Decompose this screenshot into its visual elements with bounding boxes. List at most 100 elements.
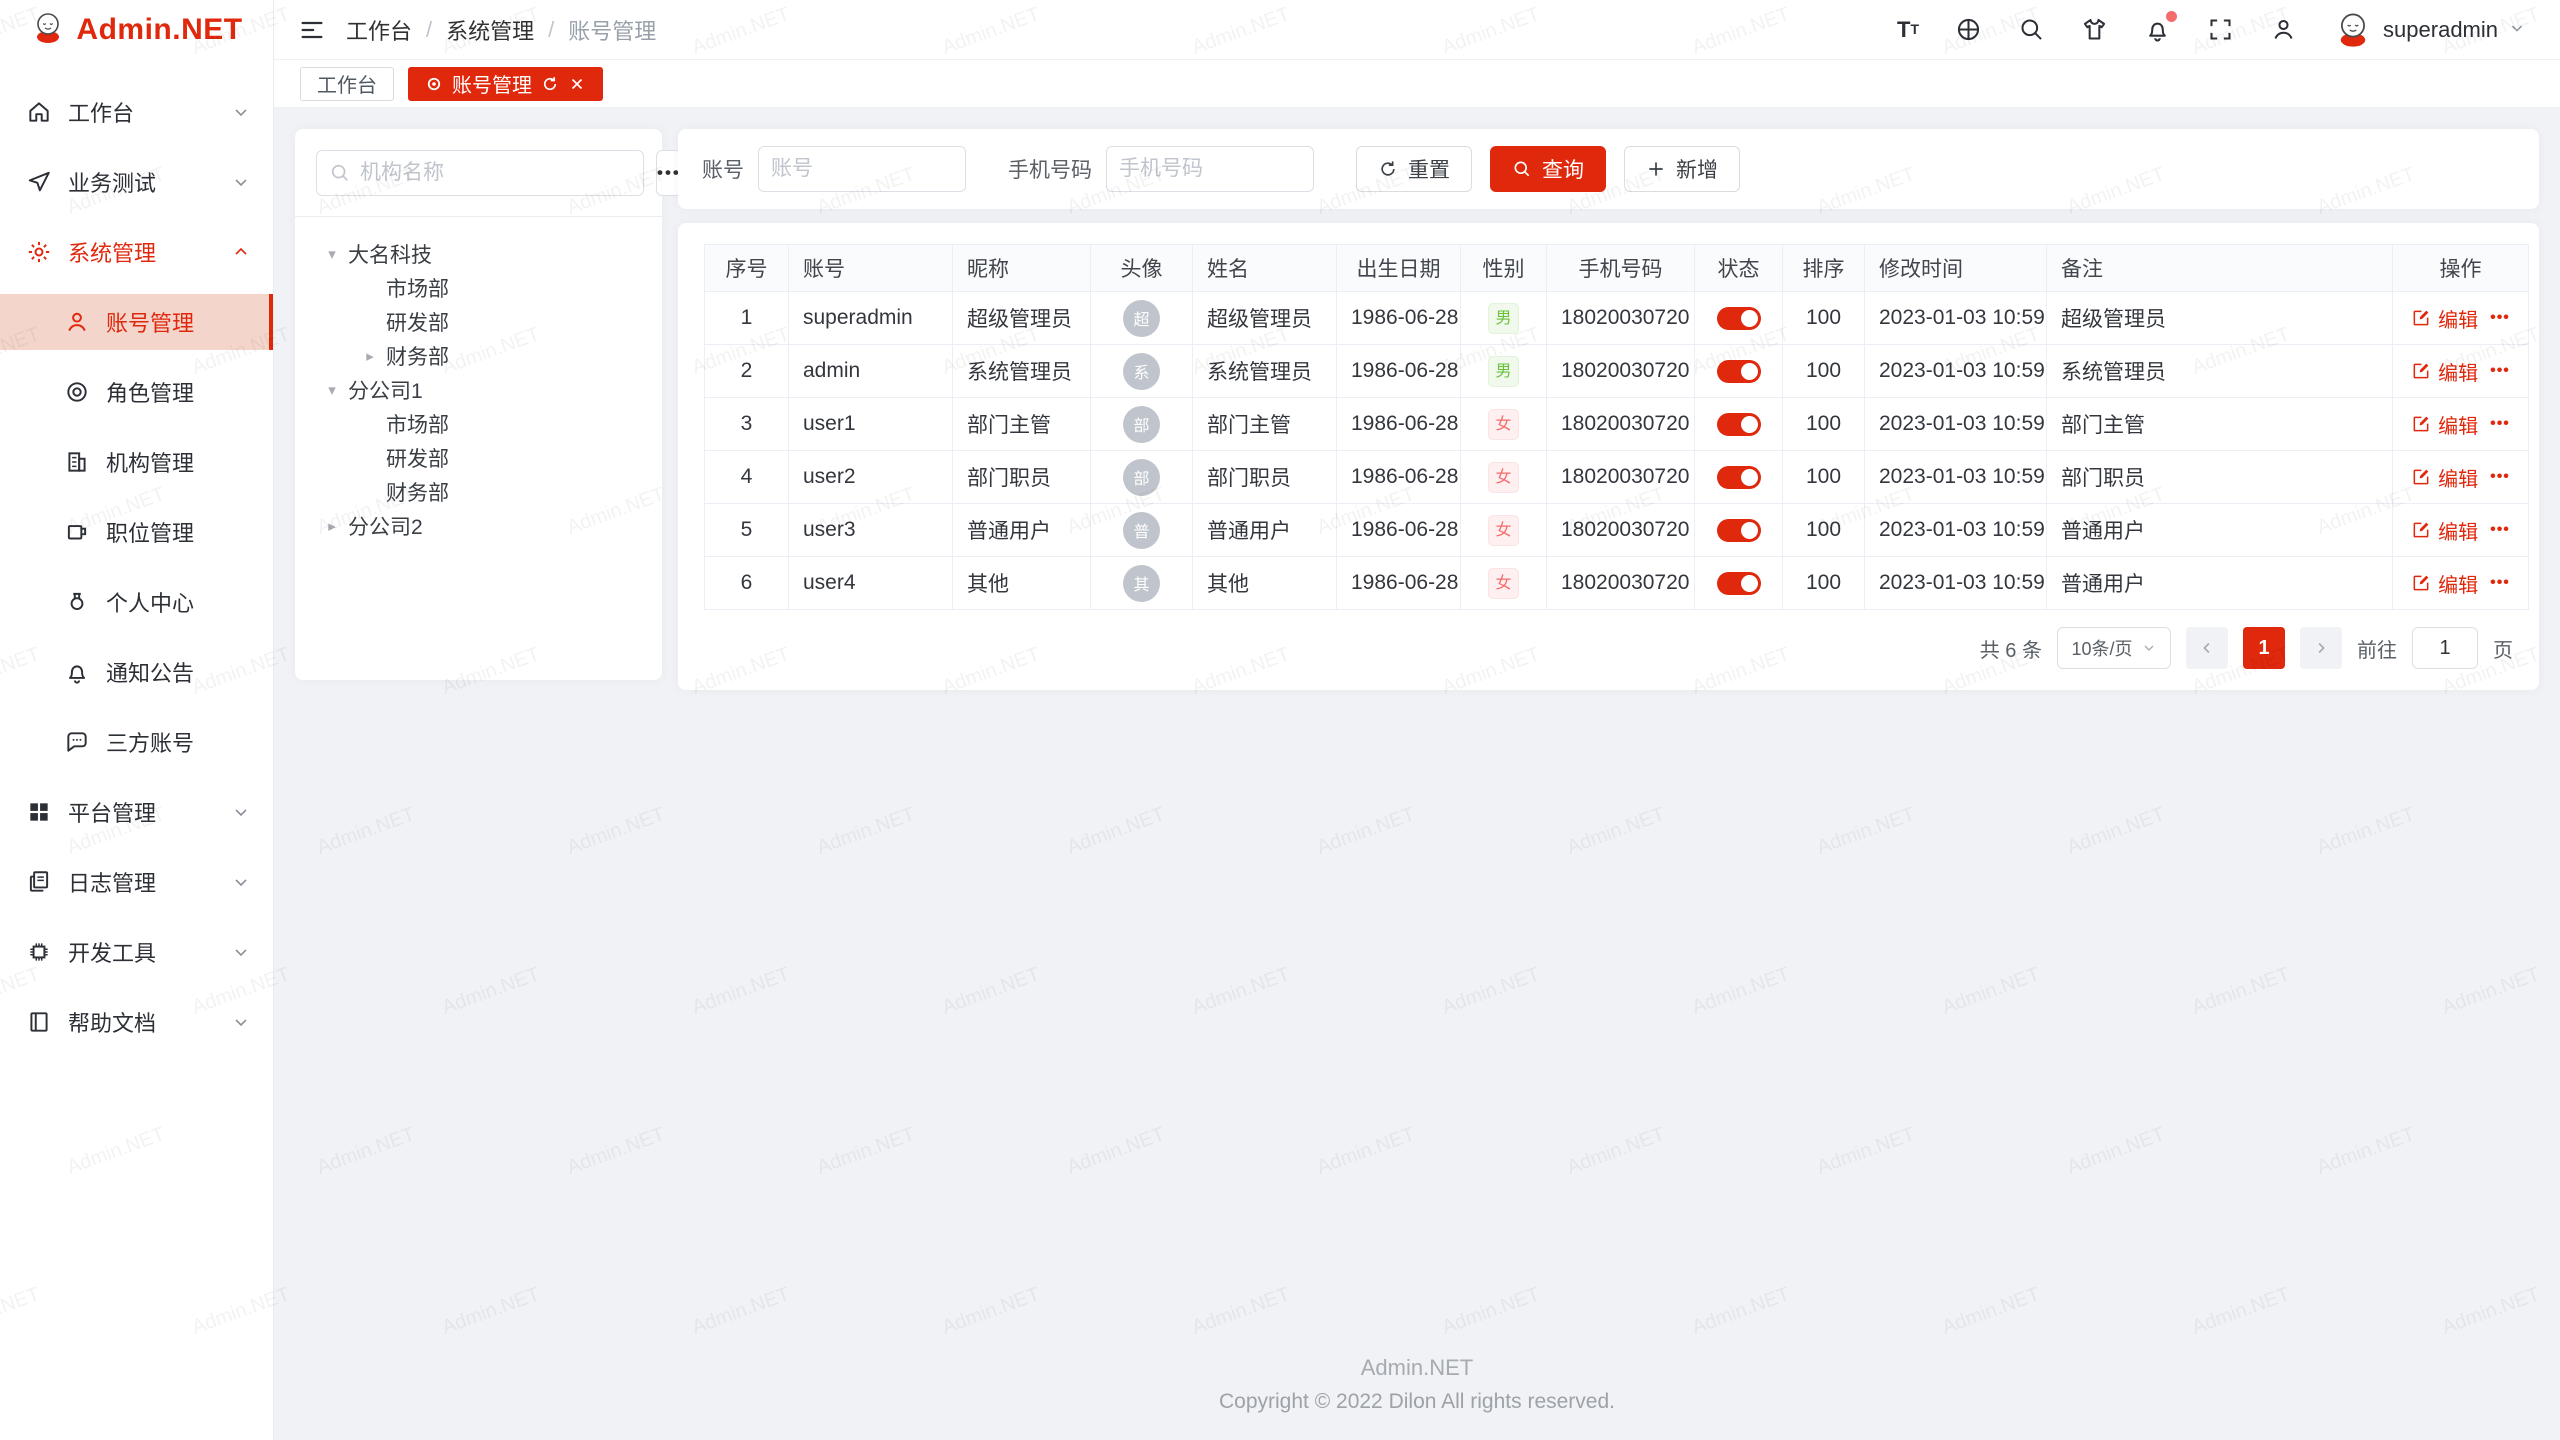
tab-bar: 工作台账号管理 (274, 60, 2560, 108)
column-header-remark: 备注 (2047, 245, 2393, 292)
row-more-button[interactable]: ••• (2490, 362, 2510, 380)
org-search-input[interactable] (360, 161, 631, 185)
sidebar-item-position-management[interactable]: 职位管理 (0, 504, 273, 560)
tree-caret-icon[interactable]: ▸ (354, 347, 386, 365)
sidebar-item-platform-management[interactable]: 平台管理 (0, 784, 273, 840)
sidebar-item-system-management[interactable]: 系统管理 (0, 224, 273, 280)
filter-bar: 账号 手机号码 重置 查询 (678, 129, 2539, 209)
tree-node[interactable]: 研发部 (316, 305, 641, 339)
sidebar-item-workbench[interactable]: 工作台 (0, 84, 273, 140)
next-page-button[interactable] (2300, 627, 2342, 669)
sidebar-item-account-management[interactable]: 账号管理 (0, 294, 273, 350)
sidebar-item-help-docs[interactable]: 帮助文档 (0, 994, 273, 1050)
prev-page-button[interactable] (2186, 627, 2228, 669)
search-button[interactable]: 查询 (1490, 146, 1606, 192)
profile-icon[interactable] (2270, 16, 2297, 43)
user-menu[interactable]: superadmin (2333, 10, 2526, 50)
sidebar-item-third-party-account[interactable]: 三方账号 (0, 714, 273, 770)
collapse-menu-icon[interactable] (298, 16, 326, 44)
add-button[interactable]: 新增 (1624, 146, 1740, 192)
tab-account-management[interactable]: 账号管理 (408, 67, 603, 101)
tree-node[interactable]: ▸财务部 (316, 339, 641, 373)
theme-icon[interactable] (2081, 16, 2108, 43)
refresh-tab-icon[interactable] (541, 75, 559, 93)
sidebar-item-role-management[interactable]: 角色管理 (0, 364, 273, 420)
breadcrumb-separator: / (548, 17, 554, 43)
edit-button[interactable]: 编辑 (2411, 357, 2478, 386)
account-label: 账号 (702, 154, 744, 184)
status-toggle[interactable] (1717, 307, 1761, 330)
footer-copyright: Copyright © 2022 Dilon All rights reserv… (274, 1390, 2560, 1414)
tree-node[interactable]: ▸分公司2 (316, 509, 641, 543)
row-more-button[interactable]: ••• (2490, 309, 2510, 327)
tree-caret-icon[interactable]: ▾ (316, 381, 348, 399)
goto-page-input[interactable] (2412, 627, 2478, 669)
avatar: 普 (1123, 512, 1160, 549)
refresh-icon (1378, 159, 1398, 179)
tree-node[interactable]: ▾大名科技 (316, 237, 641, 271)
chevron-right-icon (2312, 639, 2330, 657)
gender-badge: 男 (1488, 303, 1519, 334)
fullscreen-icon[interactable] (2207, 16, 2234, 43)
breadcrumb-item[interactable]: 账号管理 (568, 14, 656, 46)
notification-icon[interactable] (2144, 16, 2171, 43)
account-input[interactable] (771, 157, 953, 181)
tree-caret-icon[interactable]: ▾ (316, 245, 348, 263)
edit-button[interactable]: 编辑 (2411, 463, 2478, 492)
tree-node[interactable]: 财务部 (316, 475, 641, 509)
edit-icon (2411, 414, 2431, 434)
phone-input[interactable] (1119, 157, 1301, 181)
chevron-down-icon (231, 172, 251, 192)
tree-caret-icon[interactable]: ▸ (316, 517, 348, 535)
status-toggle[interactable] (1717, 466, 1761, 489)
row-more-button[interactable]: ••• (2490, 521, 2510, 539)
column-header-phone: 手机号码 (1547, 245, 1695, 292)
tree-node[interactable]: 市场部 (316, 407, 641, 441)
main-column: 工作台/系统管理/账号管理 TTsuperadmin 工作台账号管理 ••• ▾… (274, 0, 2560, 1440)
row-more-button[interactable]: ••• (2490, 574, 2510, 592)
gender-badge: 女 (1488, 409, 1519, 440)
sidebar-item-log-management[interactable]: 日志管理 (0, 854, 273, 910)
edit-icon (2411, 361, 2431, 381)
tree-node[interactable]: 市场部 (316, 271, 641, 305)
footer: Admin.NET Copyright © 2022 Dilon All rig… (274, 1343, 2560, 1440)
sidebar-item-profile-center[interactable]: 个人中心 (0, 574, 273, 630)
row-more-button[interactable]: ••• (2490, 468, 2510, 486)
divider (295, 216, 662, 217)
close-tab-icon[interactable] (568, 75, 586, 93)
home-icon (26, 99, 52, 125)
status-toggle[interactable] (1717, 360, 1761, 383)
sidebar-item-dev-tools[interactable]: 开发工具 (0, 924, 273, 980)
edit-button[interactable]: 编辑 (2411, 410, 2478, 439)
reset-button[interactable]: 重置 (1356, 146, 1472, 192)
table-row: 2admin系统管理员系系统管理员1986-06-28男180200307201… (705, 345, 2529, 398)
breadcrumb-item[interactable]: 工作台 (346, 14, 412, 46)
book-icon (26, 1009, 52, 1035)
tab-workbench[interactable]: 工作台 (300, 67, 394, 101)
search-icon[interactable] (2018, 16, 2045, 43)
status-toggle[interactable] (1717, 413, 1761, 436)
sidebar-item-notice-announcement[interactable]: 通知公告 (0, 644, 273, 700)
edit-button[interactable]: 编辑 (2411, 516, 2478, 545)
tree-node[interactable]: 研发部 (316, 441, 641, 475)
status-toggle[interactable] (1717, 519, 1761, 542)
edit-button[interactable]: 编辑 (2411, 304, 2478, 333)
breadcrumb-separator: / (426, 17, 432, 43)
breadcrumb-item[interactable]: 系统管理 (446, 14, 534, 46)
grid-icon (26, 799, 52, 825)
edit-button[interactable]: 编辑 (2411, 569, 2478, 598)
page-number-button[interactable]: 1 (2243, 627, 2285, 669)
sidebar-item-business-test[interactable]: 业务测试 (0, 154, 273, 210)
font-size-icon[interactable]: TT (1897, 16, 1919, 43)
user-name: superadmin (2383, 17, 2498, 43)
status-toggle[interactable] (1717, 572, 1761, 595)
column-header-order: 排序 (1783, 245, 1865, 292)
tree-node[interactable]: ▾分公司1 (316, 373, 641, 407)
row-more-button[interactable]: ••• (2490, 415, 2510, 433)
page-size-select[interactable]: 10条/页 (2057, 627, 2171, 669)
language-icon[interactable] (1955, 16, 1982, 43)
chip-icon (26, 939, 52, 965)
medal-icon (64, 589, 90, 615)
sidebar-item-org-management[interactable]: 机构管理 (0, 434, 273, 490)
gender-badge: 男 (1488, 356, 1519, 387)
